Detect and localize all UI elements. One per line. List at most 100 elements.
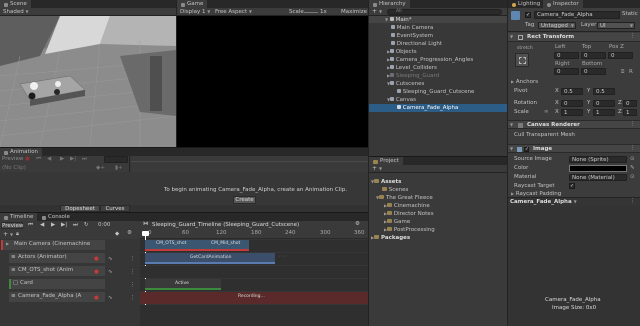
rect-right-field[interactable]: 0 bbox=[554, 68, 579, 75]
clip-dropdown[interactable]: (No Clip) bbox=[2, 165, 26, 172]
rotation-x-field[interactable]: 0 bbox=[561, 100, 583, 107]
scale-slider[interactable] bbox=[304, 12, 318, 13]
hierarchy-item-sleeping-guard-cutscene[interactable]: Sleeping_Guard_Cutscene bbox=[397, 89, 474, 96]
rect-transform-header[interactable]: ▼ Rect Transform ⋮ bbox=[508, 33, 640, 42]
track-header-cm-ots[interactable]: ≡ CM_OTS_shot (Anim bbox=[9, 266, 105, 276]
project-folder-packages[interactable]: ▶ Packages bbox=[371, 235, 410, 242]
object-name-field[interactable]: Camera_Fade_Alpha bbox=[534, 11, 620, 19]
hierarchy-search-input[interactable]: All bbox=[387, 9, 502, 15]
preview-header[interactable]: Camera_Fade_Alpha ▼ ⋮ bbox=[508, 197, 640, 206]
scale-z-field[interactable]: 1 bbox=[623, 109, 637, 116]
pivot-y-field[interactable]: 0.5 bbox=[593, 88, 615, 95]
prev-key-button[interactable]: ◀ bbox=[47, 156, 51, 163]
anchors-foldout[interactable]: ▶ Anchors bbox=[511, 79, 538, 86]
play-button[interactable]: ▶ bbox=[60, 156, 64, 163]
project-folder-postprocessing[interactable]: ▶ PostProcessing bbox=[384, 227, 435, 234]
pivot-x-field[interactable]: 0.5 bbox=[561, 88, 583, 95]
scale-y-field[interactable]: 1 bbox=[593, 109, 615, 116]
image-header[interactable]: ▼ ✓ Image ⋮ bbox=[508, 144, 640, 153]
tab-project[interactable]: Project bbox=[369, 157, 403, 165]
clip-get-card-animation[interactable]: GetCardAnimation bbox=[145, 253, 275, 264]
curves-button[interactable]: Curves bbox=[100, 205, 130, 212]
frame-field[interactable] bbox=[104, 156, 128, 163]
raycast-target-checkbox[interactable]: ✓ bbox=[569, 183, 575, 189]
aspect-dropdown[interactable]: Free Aspect ▼ bbox=[215, 9, 252, 16]
track-menu-icon[interactable]: ⋮ bbox=[130, 295, 136, 302]
layer-dropdown[interactable]: UI ▼ bbox=[597, 22, 635, 29]
tab-hierarchy[interactable]: Hierarchy bbox=[369, 0, 410, 8]
rotation-z-field[interactable]: 0 bbox=[623, 100, 637, 107]
track-record-icon[interactable]: ● bbox=[94, 256, 99, 263]
track-record-icon[interactable]: ● bbox=[94, 295, 99, 302]
scale-x-field[interactable]: 1 bbox=[561, 109, 583, 116]
tab-console[interactable]: Console bbox=[38, 213, 74, 221]
animation-timeline-ruler[interactable] bbox=[131, 156, 368, 172]
timeline-asset-title[interactable]: Sleeping_Guard_Timeline (Sleeping_Guard_… bbox=[152, 222, 299, 229]
timeline-last-frame-button[interactable]: ⏭ bbox=[73, 222, 78, 229]
timeline-loop-button[interactable]: ↻ bbox=[84, 222, 89, 229]
add-keyframe-icon[interactable]: ◆+ bbox=[96, 165, 105, 172]
scene-viewport[interactable] bbox=[0, 16, 176, 147]
clip-cm-mid-shot[interactable]: CM_Mid_shot bbox=[197, 240, 249, 251]
clip-cm-ots-shot[interactable]: CM_OTS_shot bbox=[145, 240, 197, 251]
tab-inspector[interactable]: Inspector bbox=[543, 0, 583, 8]
active-checkbox[interactable]: ✓ bbox=[525, 12, 531, 18]
project-folder-assets[interactable]: ▼ Assets bbox=[371, 179, 401, 186]
canvas-renderer-header[interactable]: ▼ Canvas Renderer ⋮ bbox=[508, 120, 640, 129]
timeline-play-button[interactable]: ▶ bbox=[51, 222, 55, 229]
hierarchy-item-eventsystem[interactable]: EventSystem bbox=[391, 33, 433, 40]
color-field[interactable] bbox=[569, 165, 627, 172]
track-header-main-camera[interactable]: ▶ Main Camera (Cinemachine bbox=[1, 240, 105, 250]
track-header-camera-fade[interactable]: ≡ Camera_Fade_Alpha (A bbox=[9, 292, 105, 302]
timeline-time-display[interactable]: 0:00 bbox=[98, 222, 110, 229]
eyedropper-icon[interactable]: ✎ bbox=[630, 165, 635, 172]
hierarchy-item-main-camera[interactable]: Main Camera bbox=[391, 25, 433, 32]
timeline-markers-icon[interactable]: ◆ bbox=[115, 231, 119, 238]
hierarchy-item-camera-progression[interactable]: ▶ Camera_Progression_Angles bbox=[387, 57, 473, 64]
constrain-scale-icon[interactable]: ∞ bbox=[544, 109, 549, 116]
material-field[interactable]: None (Material) bbox=[569, 174, 627, 181]
image-enabled-checkbox[interactable]: ✓ bbox=[524, 147, 529, 152]
track-curves-icon[interactable]: ∿ bbox=[108, 256, 113, 263]
maximize-toggle[interactable]: Maximize bbox=[341, 9, 367, 16]
rect-bottom-field[interactable]: 0 bbox=[581, 68, 606, 75]
track-header-card[interactable]: ▢ Card bbox=[9, 279, 105, 289]
rotation-y-field[interactable]: 0 bbox=[593, 100, 615, 107]
object-picker-icon[interactable]: ⊙ bbox=[630, 174, 635, 181]
tag-dropdown[interactable]: Untagged ▼ bbox=[538, 22, 576, 29]
component-menu-icon[interactable]: ⋮ bbox=[630, 33, 636, 40]
project-folder-game[interactable]: ▶ Game bbox=[384, 219, 410, 226]
timeline-add-track-button[interactable]: + ▼ bbox=[3, 232, 13, 238]
preview-menu-icon[interactable]: ⋮ bbox=[630, 198, 636, 205]
tab-game[interactable]: Game bbox=[177, 0, 208, 8]
shading-dropdown[interactable]: Shaded ▼ bbox=[3, 9, 29, 16]
rect-posz-field[interactable]: 0 bbox=[608, 52, 633, 59]
track-menu-icon[interactable]: ⋮ bbox=[130, 256, 136, 263]
track-menu-icon[interactable]: ⋮ bbox=[130, 282, 136, 289]
tab-timeline[interactable]: Timeline bbox=[0, 213, 38, 221]
hierarchy-item-directional-light[interactable]: Directional Light bbox=[391, 41, 442, 48]
clip-active[interactable]: Active bbox=[145, 279, 221, 290]
timeline-ruler[interactable]: 0 60 120 180 240 300 360 bbox=[140, 230, 368, 239]
timeline-preview-toggle[interactable]: Preview bbox=[1, 222, 23, 229]
anchor-presets-button[interactable] bbox=[515, 53, 529, 67]
hierarchy-item-objects[interactable]: ▶ Objects bbox=[387, 49, 417, 56]
add-event-icon[interactable]: ▮+ bbox=[115, 165, 123, 172]
record-button[interactable]: ● bbox=[25, 156, 30, 163]
create-clip-button[interactable]: Create bbox=[233, 196, 256, 204]
timeline-settings-icon[interactable]: ⚙ bbox=[355, 221, 360, 228]
track-record-icon[interactable]: ● bbox=[94, 269, 99, 276]
hierarchy-item-cutscenes[interactable]: ▼ Cutscenes bbox=[387, 81, 424, 88]
dopesheet-button[interactable]: Dopesheet bbox=[60, 205, 100, 212]
hierarchy-item-canvas[interactable]: ▼ Canvas bbox=[387, 97, 416, 104]
animation-preview-toggle[interactable]: Preview bbox=[2, 156, 23, 163]
last-key-button[interactable]: ⏭ bbox=[82, 156, 87, 163]
timeline-next-frame-button[interactable]: ▶| bbox=[61, 222, 67, 229]
first-key-button[interactable]: ⏮ bbox=[36, 156, 41, 163]
static-toggle[interactable]: Static bbox=[622, 11, 638, 18]
hierarchy-item-sleeping-guard[interactable]: ▶ Sleeping_Guard bbox=[387, 73, 439, 80]
track-menu-icon[interactable]: ⋮ bbox=[130, 269, 136, 276]
component-menu-icon[interactable]: ⋮ bbox=[630, 145, 636, 152]
blueprint-mode-icon[interactable]: ⌸ bbox=[621, 69, 624, 76]
object-picker-icon[interactable]: ⊙ bbox=[630, 156, 635, 163]
